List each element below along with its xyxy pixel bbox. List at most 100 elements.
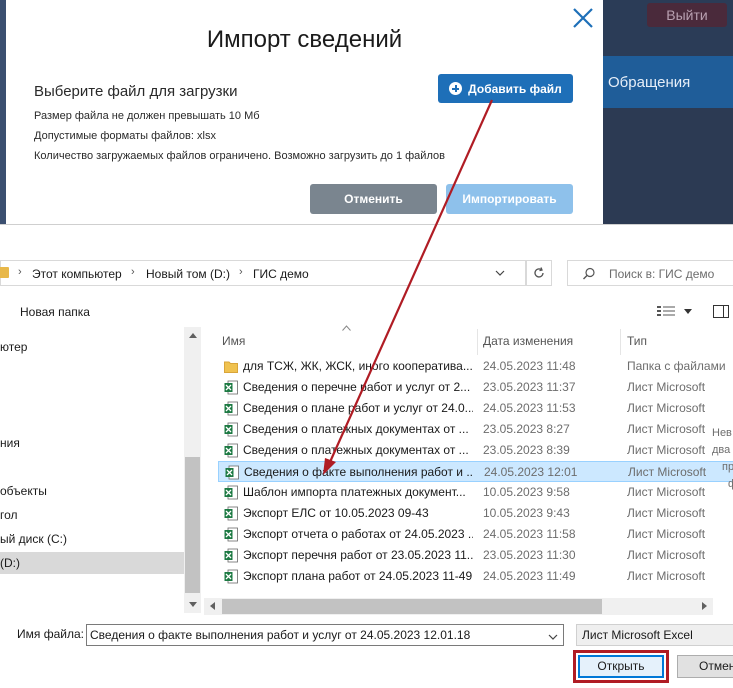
file-row[interactable]: Сведения о плане работ и услуг от 24.0..… [218,398,733,419]
file-row[interactable]: Экспорт отчета о работах от 24.05.2023 .… [218,524,733,545]
close-icon[interactable] [569,4,597,32]
navigation-pane: ютер ния объекты гол ый диск (C:) (D:) [0,327,201,613]
add-file-button[interactable]: Добавить файл [438,74,573,103]
plus-circle-icon [449,82,463,95]
scroll-up-icon[interactable] [189,333,197,338]
file-date: 10.05.2023 9:58 [483,485,570,499]
nav-item-computer[interactable]: ютер [0,336,184,358]
file-row[interactable]: Сведения о платежных документах от ... 2… [218,419,733,440]
excel-icon [224,569,238,584]
file-row[interactable]: Сведения о перечне работ и услуг от 2...… [218,377,733,398]
cancel-import-button[interactable]: Отменить [310,184,437,214]
file-row[interactable]: для ТСЖ, ЖК, ЖСК, иного кооператива... 2… [218,356,733,377]
horizontal-scroll-thumb[interactable] [222,599,602,614]
refresh-icon [534,267,544,278]
breadcrumb-gis-demo[interactable]: ГИС демо [253,267,309,281]
folder-icon [0,267,9,278]
excel-icon [224,422,238,437]
file-row-selected[interactable]: Сведения о факте выполнения работ и ... … [218,461,733,482]
file-row[interactable]: Сведения о платежных документах от ... 2… [218,440,733,461]
new-folder-button[interactable]: Новая папка [20,305,90,319]
file-name: Экспорт отчета о работах от 24.05.2023 .… [243,527,473,541]
excel-icon [224,485,238,500]
file-date: 23.05.2023 8:27 [483,422,570,436]
site-nav: Обращения [600,56,733,108]
filename-input[interactable]: Сведения о факте выполнения работ и услу… [86,624,564,646]
nav-item-appeals[interactable]: Обращения [608,74,690,91]
search-icon [582,267,596,281]
nav-item[interactable] [0,360,184,382]
scroll-right-icon[interactable] [702,602,707,610]
file-row[interactable]: Экспорт плана работ от 24.05.2023 11-49 … [218,566,733,587]
chevron-right-icon: › [239,266,243,278]
breadcrumb-this-pc[interactable]: Этот компьютер [32,267,122,281]
column-header-name[interactable]: Имя [222,331,245,355]
cancel-dialog-button[interactable]: Отмен [677,655,733,678]
search-placeholder: Поиск в: ГИС демо [609,267,715,281]
file-row[interactable]: Шаблон импорта платежных документ... 10.… [218,482,733,503]
column-divider[interactable] [620,329,621,355]
count-limit-text: Количество загружаемых файлов ограничено… [34,150,445,162]
nav-item-local-disk-c[interactable]: ый диск (C:) [0,528,184,550]
refresh-button[interactable] [526,260,552,286]
nav-item[interactable] [0,384,184,406]
filetype-select[interactable]: Лист Microsoft Excel [576,624,733,646]
file-name: Экспорт плана работ от 24.05.2023 11-49 [243,569,473,583]
preview-pane-icon[interactable] [713,305,729,318]
nav-scroll-thumb[interactable] [185,457,200,593]
file-date: 23.05.2023 11:30 [483,548,576,562]
nav-item[interactable] [0,456,184,478]
add-file-label: Добавить файл [468,81,562,96]
file-list: Имя Дата изменения Тип для ТСЖ, ЖК, ЖСК,… [204,325,733,617]
breadcrumb-volume-d[interactable]: Новый том (D:) [146,267,230,281]
view-options-icon[interactable] [656,305,678,317]
horizontal-scrollbar[interactable] [204,598,713,615]
chevron-down-icon[interactable] [494,266,506,280]
file-date: 24.05.2023 12:01 [484,465,578,479]
filename-label: Имя файла: [17,627,84,641]
open-button[interactable]: Открыть [578,655,664,678]
excel-icon [225,465,239,480]
scroll-down-icon[interactable] [189,602,197,607]
chevron-right-icon: › [18,266,22,278]
sort-ascending-icon [342,325,351,331]
format-text: Допустимые форматы файлов: xlsx [34,130,216,142]
column-header-date[interactable]: Дата изменения [483,331,573,355]
file-type: Лист Microsoft [627,422,706,436]
file-date: 23.05.2023 11:37 [483,380,576,394]
size-limit-text: Размер файла не должен превышать 10 Мб [34,110,260,122]
column-header-type[interactable]: Тип [627,331,647,355]
file-type: Лист Microsoft [627,527,706,541]
scroll-left-icon[interactable] [210,602,215,610]
nav-item-desktop[interactable]: гол [0,504,184,526]
excel-icon [224,380,238,395]
nav-item[interactable]: ния [0,432,184,454]
nav-item-3d-objects[interactable]: объекты [0,480,184,502]
nav-item-volume-d[interactable]: (D:) [0,552,184,574]
column-divider[interactable] [477,329,478,355]
preview-pane-message: Нев два пр ф [712,425,733,493]
modal-title: Импорт сведений [206,26,403,53]
import-button[interactable]: Импортировать [446,184,573,214]
file-row[interactable]: Экспорт перечня работ от 23.05.2023 11..… [218,545,733,566]
address-bar[interactable]: › Этот компьютер › Новый том (D:) › ГИС … [0,260,526,286]
file-date: 24.05.2023 11:58 [483,527,576,541]
preview-line: два [712,444,731,456]
excel-icon [224,527,238,542]
file-type: Лист Microsoft [627,548,706,562]
file-row[interactable]: Экспорт ЕЛС от 10.05.2023 09-43 10.05.20… [218,503,733,524]
file-date: 24.05.2023 11:49 [483,569,576,583]
file-name: Шаблон импорта платежных документ... [243,485,466,499]
file-date: 23.05.2023 8:39 [483,443,570,457]
chevron-down-icon[interactable] [547,631,559,641]
modal-heading: Выберите файл для загрузки [34,83,238,100]
import-modal: Импорт сведений Выберите файл для загруз… [6,0,603,224]
search-input[interactable]: Поиск в: ГИС демо [567,260,733,286]
logout-button[interactable]: Выйти [647,3,727,27]
file-type: Лист Microsoft [628,465,707,479]
file-type: Лист Microsoft [627,569,706,583]
dialog-toolbar: Новая папка [0,301,733,323]
view-dropdown-icon[interactable] [684,309,692,314]
preview-line: пр [722,461,733,473]
file-date: 10.05.2023 9:43 [483,506,570,520]
